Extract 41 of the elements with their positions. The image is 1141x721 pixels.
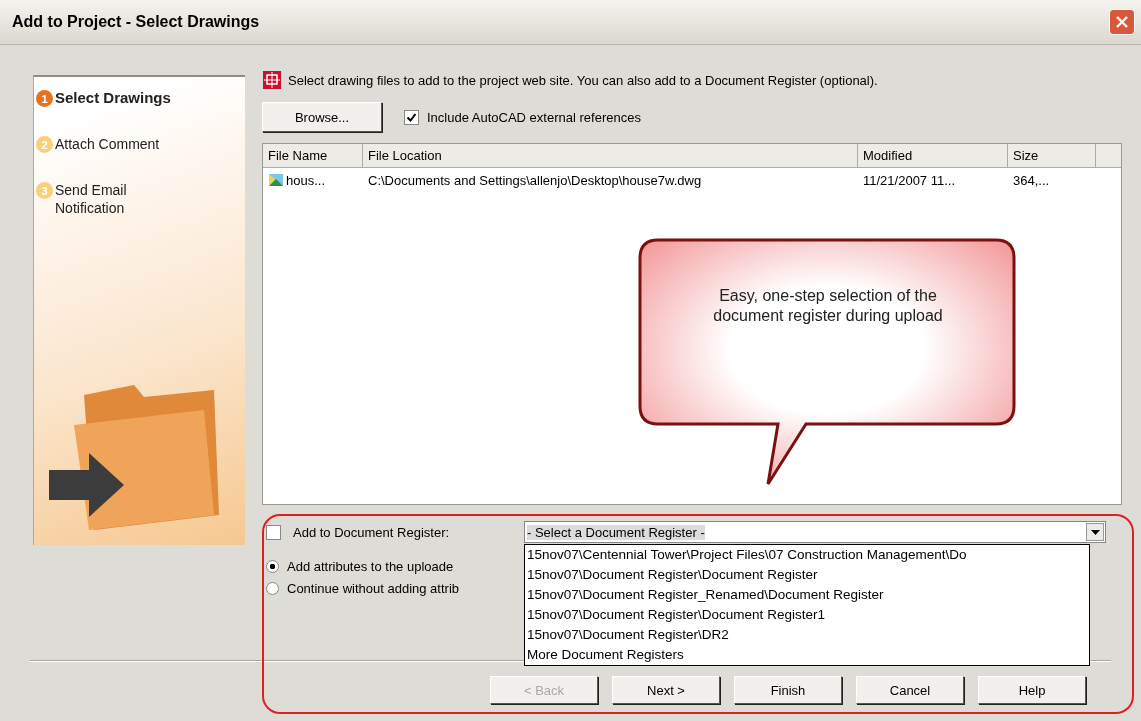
close-button[interactable] <box>1109 9 1135 35</box>
column-header[interactable]: File Location <box>363 144 858 168</box>
register-dropdown[interactable]: - Select a Document Register - <box>524 521 1106 543</box>
dropdown-option[interactable]: 15nov07\Document Register\DR2 <box>525 625 1089 645</box>
checkbox[interactable] <box>404 109 419 125</box>
table-cell-text: C:\Documents and Settings\allenjo\Desktop\house7w.dwg <box>367 172 703 188</box>
wizard-button[interactable]: Cancel <box>856 676 964 704</box>
dropdown-option[interactable]: 15nov07\Document Register\Document Register <box>525 565 1089 585</box>
checkbox-label: Add to Document Register: <box>293 524 451 540</box>
browse-button[interactable]: Browse... <box>262 102 382 132</box>
wizard-button[interactable]: Help <box>978 676 1086 704</box>
step-label: Select Drawings <box>55 89 172 107</box>
step-label: Send Email Notification <box>55 181 128 217</box>
dropdown-option[interactable]: 15nov07\Document Register\Document Register1 <box>525 605 1089 625</box>
dropdown-option[interactable]: More Document Registers <box>525 645 1089 665</box>
dwg-file-icon <box>268 172 284 188</box>
dropdown-option[interactable]: 15nov07\Document Register_Renamed\Document Register <box>525 585 1089 605</box>
table-cell: hous... <box>286 172 326 188</box>
close-icon <box>1115 15 1129 29</box>
dropdown-option[interactable]: 15nov07\Centennial Tower\Project Files\07 Construction Management\Do <box>525 545 1089 565</box>
column-header[interactable]: Modified <box>858 144 1008 168</box>
table-cell-text: 364,... <box>1012 172 1051 188</box>
column-header[interactable]: Size <box>1008 144 1096 168</box>
checkbox[interactable] <box>266 524 281 540</box>
step-number: 2 <box>36 136 53 153</box>
callout-text: Easy, one-step selection of the document register during upload <box>712 286 944 326</box>
radio-button[interactable] <box>266 581 279 595</box>
step-number: 3 <box>36 182 53 199</box>
table-cell-text: 11/21/2007 11... <box>862 172 957 188</box>
step-label: Attach Comment <box>55 135 161 153</box>
step-number: 1 <box>36 90 53 107</box>
wizard-button[interactable]: Next > <box>612 676 720 704</box>
window-title: Add to Project - Select Drawings <box>12 13 260 31</box>
radio-label: Add attributes to the uploade <box>287 558 454 574</box>
intro-text: Select drawing files to add to the project web site. You can also add to a Document Register (optional). <box>288 72 878 88</box>
column-header[interactable]: File Name <box>263 144 363 168</box>
wizard-button[interactable]: Finish <box>734 676 842 704</box>
radio-label: Continue without adding attrib <box>287 580 459 596</box>
radio-button[interactable] <box>266 559 279 573</box>
drawing-file-icon <box>262 70 282 90</box>
checkbox-label: Include AutoCAD external references <box>427 109 641 125</box>
